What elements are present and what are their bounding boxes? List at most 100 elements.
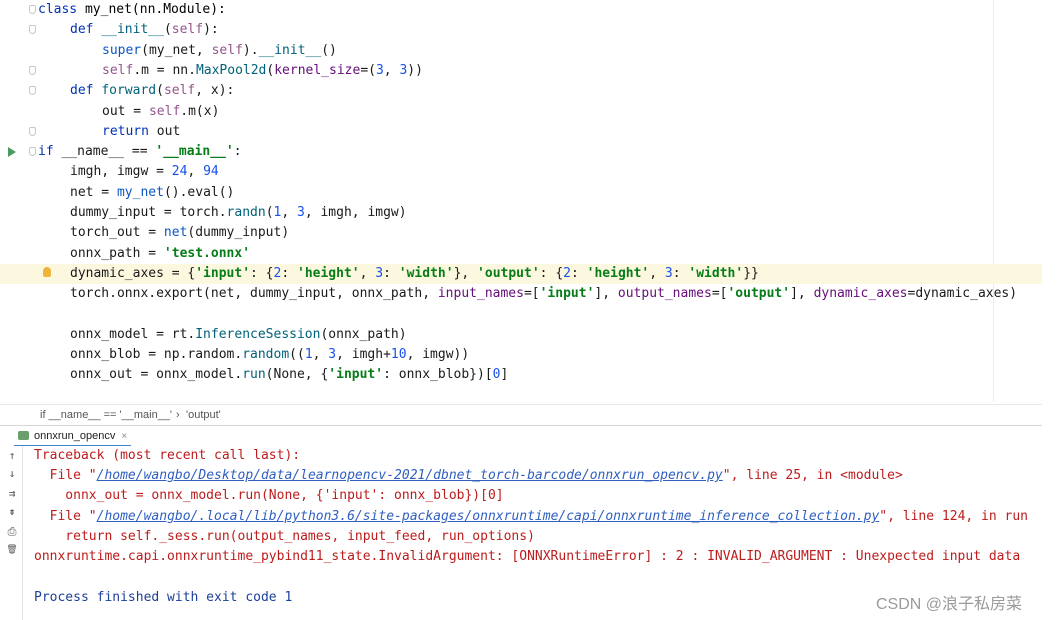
lightbulb-icon[interactable]	[43, 266, 51, 277]
code-token: ,	[187, 164, 204, 180]
code-token: dynamic_axes = {	[70, 265, 196, 281]
code-token: self	[102, 62, 134, 78]
code-token: (	[156, 83, 164, 99]
code-line[interactable]: torch.onnx.export(net, dummy_input, onnx…	[0, 284, 1042, 304]
code-token: :	[672, 265, 689, 281]
code-token: :	[281, 265, 297, 281]
fold-marker-icon[interactable]	[29, 126, 36, 136]
code-line[interactable]: class my_net(nn.Module):	[0, 0, 1042, 20]
code-token: out =	[102, 103, 149, 119]
code-token: def	[70, 83, 102, 99]
code-text: imgh, imgw = 24, 94	[70, 162, 219, 182]
soft-wrap-icon[interactable]: ⇉	[6, 488, 18, 500]
code-token: 3	[664, 265, 673, 281]
code-text: onnx_out = onnx_model.run(None, {'input'…	[70, 365, 508, 385]
code-text: return out	[102, 122, 180, 142]
run-gutter-icon[interactable]	[8, 147, 16, 158]
code-token: out	[156, 123, 181, 139]
code-token: ):	[203, 22, 219, 38]
code-text: onnx_path = 'test.onnx'	[70, 244, 250, 264]
fold-marker-icon[interactable]	[29, 86, 36, 96]
scroll-to-end-icon[interactable]: ⇟	[6, 506, 18, 518]
fold-marker-icon[interactable]	[29, 25, 36, 35]
code-token: random	[242, 347, 290, 363]
code-token: ).	[242, 42, 259, 58]
code-line[interactable]: net = my_net().eval()	[0, 183, 1042, 203]
scroll-down-icon[interactable]: ↓	[6, 468, 18, 480]
code-text: torch.onnx.export(net, dummy_input, onnx…	[70, 284, 1017, 304]
code-line[interactable]: out = self.m(x)	[0, 102, 1042, 122]
code-token: onnx_blob = np.random.	[70, 347, 243, 363]
console-toolbar: ↑ ↓ ⇉ ⇟ ⎙ 🗑	[0, 446, 23, 620]
code-token: class	[38, 2, 85, 17]
code-token: ((	[289, 347, 305, 363]
breadcrumb-item-main[interactable]: if __name__ == '__main__'	[40, 405, 172, 425]
code-token: 'height'	[297, 265, 360, 281]
run-tab[interactable]: onnxrun_opencv ×	[14, 426, 132, 447]
code-token: ]	[500, 367, 509, 383]
code-line[interactable]: super(my_net, self).__init__()	[0, 41, 1042, 61]
code-token: 24	[171, 164, 188, 180]
code-token: 3	[375, 62, 384, 78]
code-line[interactable]: torch_out = net(dummy_input)	[0, 223, 1042, 243]
code-token: 94	[203, 164, 219, 180]
code-line[interactable]: def forward(self, x):	[0, 81, 1042, 101]
console-code-line-2: return self._sess.run(output_names, inpu…	[34, 529, 535, 544]
fold-marker-icon[interactable]	[29, 65, 36, 75]
code-line[interactable]: dynamic_axes = {'input': {2: 'height', 3…	[0, 263, 1042, 284]
code-token: 3	[375, 265, 384, 281]
code-token: (onnx_path)	[320, 326, 407, 342]
code-token: 10	[390, 347, 407, 363]
code-line[interactable]: if __name__ == '__main__':	[0, 142, 1042, 162]
scroll-up-icon[interactable]: ↑	[6, 450, 18, 462]
code-line[interactable]: imgh, imgw = 24, 94	[0, 162, 1042, 182]
code-token: ,	[312, 347, 329, 363]
code-token: my_net	[116, 184, 164, 200]
code-token: :	[383, 265, 399, 281]
code-token: :	[233, 144, 242, 160]
code-editor[interactable]: class my_net(nn.Module): def __init__(sel…	[0, 0, 1042, 402]
code-token: ,	[359, 265, 376, 281]
code-line[interactable]: self.m = nn.MaxPool2d(kernel_size=(3, 3)…	[0, 61, 1042, 81]
code-token: 'output'	[727, 286, 791, 302]
code-text: net = my_net().eval()	[70, 183, 234, 203]
console-code-line-1: onnx_out = onnx_model.run(None, {'input'…	[34, 488, 504, 503]
code-token: =[	[523, 286, 540, 302]
code-line[interactable]: dummy_input = torch.randn(1, 3, imgh, im…	[0, 203, 1042, 223]
console-file-line-2: File "/home/wangbo/.local/lib/python3.6/…	[34, 507, 1028, 527]
file-suffix: ", line 25, in <module>	[722, 468, 903, 483]
code-line[interactable]: onnx_out = onnx_model.run(None, {'input'…	[0, 365, 1042, 385]
code-token: =dynamic_axes)	[907, 286, 1018, 302]
close-icon[interactable]: ×	[121, 431, 127, 442]
code-token: 'width'	[688, 265, 744, 281]
code-token: : {	[250, 265, 274, 281]
breadcrumb-item-output[interactable]: 'output'	[186, 405, 221, 425]
code-line[interactable]: def __init__(self):	[0, 20, 1042, 40]
code-line[interactable]: onnx_path = 'test.onnx'	[0, 244, 1042, 264]
code-token: forward	[101, 83, 157, 99]
code-token: , imgh, imgw)	[304, 205, 407, 220]
editor-scrollbar[interactable]	[1042, 0, 1064, 620]
code-token: 'output'	[477, 265, 540, 281]
code-token: ,	[281, 205, 297, 220]
code-line[interactable]	[0, 305, 1042, 325]
code-line[interactable]: onnx_model = rt.InferenceSession(onnx_pa…	[0, 325, 1042, 345]
code-token: '__main__'	[155, 144, 234, 160]
code-text: super(my_net, self).__init__()	[102, 41, 337, 61]
fold-marker-icon[interactable]	[29, 147, 36, 157]
code-text: torch_out = net(dummy_input)	[70, 223, 289, 243]
code-token: (None, {	[265, 367, 329, 383]
code-token: self	[211, 42, 243, 58]
code-token: run	[242, 367, 266, 383]
fold-marker-icon[interactable]	[29, 5, 36, 14]
code-token: (	[163, 22, 172, 38]
code-line[interactable]: return out	[0, 122, 1042, 142]
file-link-1[interactable]: /home/wangbo/Desktop/data/learnopencv-20…	[97, 468, 723, 483]
code-token: return	[102, 123, 157, 139]
print-icon[interactable]: ⎙	[6, 526, 18, 538]
code-line[interactable]: onnx_blob = np.random.random((1, 3, imgh…	[0, 345, 1042, 365]
trash-icon[interactable]: 🗑	[6, 544, 18, 556]
code-token: :	[570, 265, 587, 281]
file-link-2[interactable]: /home/wangbo/.local/lib/python3.6/site-p…	[97, 509, 880, 524]
code-token: InferenceSession	[195, 326, 321, 342]
